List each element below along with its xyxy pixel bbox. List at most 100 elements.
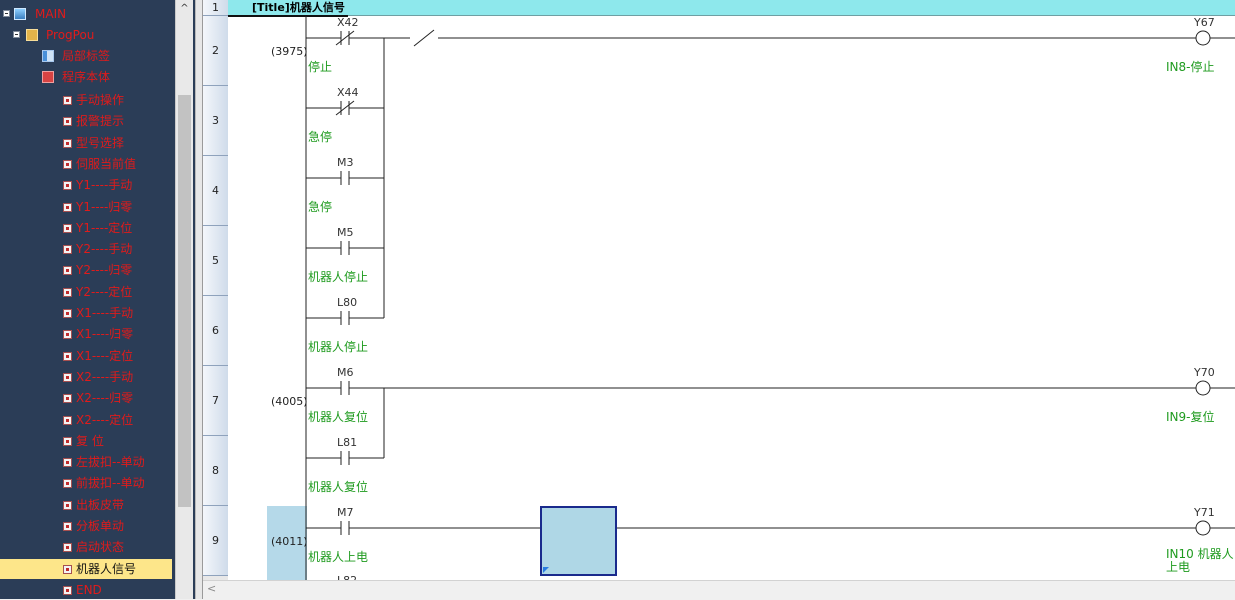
tree-item-program[interactable]: X1----手动 (0, 303, 175, 323)
contact-device-label: M7 (337, 506, 354, 519)
ladder-program-icon (63, 117, 72, 127)
ladder-program-icon (63, 330, 72, 340)
tree-item-label: 局部标签 (62, 49, 111, 63)
ladder-program-icon (63, 159, 72, 169)
tree-scrollbar[interactable]: ^ (175, 0, 193, 599)
tree-item-label: Y2----归零 (76, 263, 133, 278)
contact-comment: 机器人停止 (308, 340, 369, 354)
coil-device-label: Y70 (1194, 366, 1215, 379)
ladder-program-icon (63, 245, 72, 255)
ladder-program-icon (63, 287, 72, 297)
coil-device-label: Y71 (1194, 506, 1215, 519)
tree-item-label: 前拔扣--单动 (76, 476, 145, 491)
tree-item-label: 型号选择 (76, 135, 125, 150)
tree-item-label: X1----定位 (76, 348, 134, 363)
ladder-editor[interactable]: 123456789 [Title]机器人信号 X42 停止 X44 急停 M3 急停 M5 机… (203, 0, 1235, 580)
tree-item-label: X2----手动 (76, 369, 134, 384)
ladder-program-icon (63, 309, 72, 318)
tree-item-label: X1----归零 (76, 327, 134, 342)
tree-item-label: 分板单动 (76, 519, 125, 533)
coil-icon (1195, 520, 1211, 536)
tree-item-program[interactable]: 左拔扣--单动 (0, 452, 175, 472)
tree-item-program[interactable]: Y2----定位 (0, 282, 175, 302)
tree-item-program[interactable]: Y2----归零 (0, 260, 175, 280)
step-number: (4005) (271, 395, 308, 408)
coil-comment: IN9-复位 (1166, 410, 1215, 424)
ladder-program-icon (63, 479, 72, 489)
scroll-left-icon[interactable]: < (207, 582, 216, 595)
tree-item-program-body[interactable]: 程序本体 (0, 67, 175, 87)
ladder-program-icon (63, 415, 72, 425)
step-number: (3975) (271, 45, 308, 58)
tree-item-program[interactable]: 启动状态 (0, 537, 175, 557)
tree-item-program[interactable]: 出板皮带 (0, 495, 175, 515)
tree-item-label: Y1----手动 (76, 178, 133, 193)
ladder-program-icon (63, 500, 72, 510)
contact-device-label: X42 (337, 16, 359, 29)
ladder-program-icon (63, 202, 72, 212)
corner-marker-icon (543, 567, 549, 573)
step-number: (4011) (271, 535, 308, 548)
rung-break-slash (413, 29, 435, 47)
contact-comment: 机器人复位 (308, 410, 369, 424)
scroll-thumb[interactable] (178, 95, 191, 507)
ladder-program-icon (63, 543, 72, 553)
contact-device-label: L81 (337, 436, 358, 449)
contact-device-label: X44 (337, 86, 359, 99)
tree-item-program[interactable]: 分板单动 (0, 516, 175, 536)
contact-device-label: L80 (337, 296, 358, 309)
contact-comment: 急停 (308, 130, 333, 144)
tree-item-program[interactable]: Y1----定位 (0, 218, 175, 238)
tree-item-label: MAIN (35, 7, 67, 21)
selected-cell-cursor[interactable] (540, 506, 617, 576)
program-body-icon (42, 71, 54, 83)
contact-comment: 停止 (308, 60, 333, 74)
tree-item-program[interactable]: X1----归零 (0, 324, 175, 344)
panel-splitter[interactable] (195, 0, 203, 599)
tree-item-label: X2----定位 (76, 412, 134, 427)
tree-item-label: ProgPou (46, 28, 95, 42)
tree-item-label: 机器人信号 (76, 561, 137, 576)
coil-comment: 上电 (1166, 560, 1191, 574)
ladder-program-icon (63, 372, 72, 382)
ladder-program-icon (63, 266, 72, 276)
tree-item-program[interactable]: Y2----手动 (0, 239, 175, 259)
collapse-icon[interactable] (3, 10, 10, 17)
tree-item-label: 伺服当前值 (76, 156, 137, 171)
tree-item-progpou[interactable]: ProgPou (0, 25, 175, 45)
contact-comment: 急停 (308, 200, 333, 214)
horizontal-scrollbar[interactable]: < (203, 580, 1235, 600)
tree-item-program[interactable]: 复 位 (0, 431, 175, 451)
tree-item-program[interactable]: Y1----归零 (0, 197, 175, 217)
coil-icon (1195, 380, 1211, 396)
tree-item-label: Y2----手动 (76, 242, 133, 257)
tree-item-program[interactable]: X2----归零 (0, 388, 175, 408)
tree-item-program[interactable]: 伺服当前值 (0, 154, 175, 174)
ladder-program-icon (63, 564, 72, 574)
ladder-program-icon (63, 458, 72, 468)
tree-item-label: 程序本体 (62, 70, 111, 84)
tree-item-label: X1----手动 (76, 306, 134, 320)
tree-item-local-label[interactable]: 局部标签 (0, 46, 175, 66)
tree-item-program[interactable]: 前拔扣--单动 (0, 473, 175, 493)
tree-item-program[interactable]: X2----手动 (0, 367, 175, 387)
ladder-program-icon (63, 522, 72, 531)
contact-device-label: M5 (337, 226, 354, 239)
contact-device-label: M3 (337, 156, 354, 169)
tree-item-program[interactable]: 型号选择 (0, 133, 175, 153)
tree-item-program[interactable]: Y1----手动 (0, 175, 175, 195)
collapse-icon[interactable] (13, 31, 20, 38)
tree-item-program[interactable]: 报警提示 (0, 111, 175, 131)
tree-item-program[interactable]: X1----定位 (0, 346, 175, 366)
tree-item-label: 报警提示 (76, 114, 125, 129)
scroll-up-icon[interactable]: ^ (176, 0, 193, 17)
coil-device-label: Y67 (1194, 16, 1215, 29)
tree-item-program[interactable]: END (0, 580, 175, 599)
project-tree: MAIN ProgPou 局部标签 程序本体 手动操作报警提示型号选择伺服当前值… (0, 0, 195, 599)
tree-item-main[interactable]: MAIN (0, 4, 175, 24)
ladder-program-icon (63, 394, 72, 404)
tree-item-label: 启动状态 (76, 540, 125, 555)
tree-item-program[interactable]: X2----定位 (0, 410, 175, 430)
tree-item-program[interactable]: 机器人信号 (0, 558, 172, 579)
tree-item-program[interactable]: 手动操作 (0, 90, 175, 110)
